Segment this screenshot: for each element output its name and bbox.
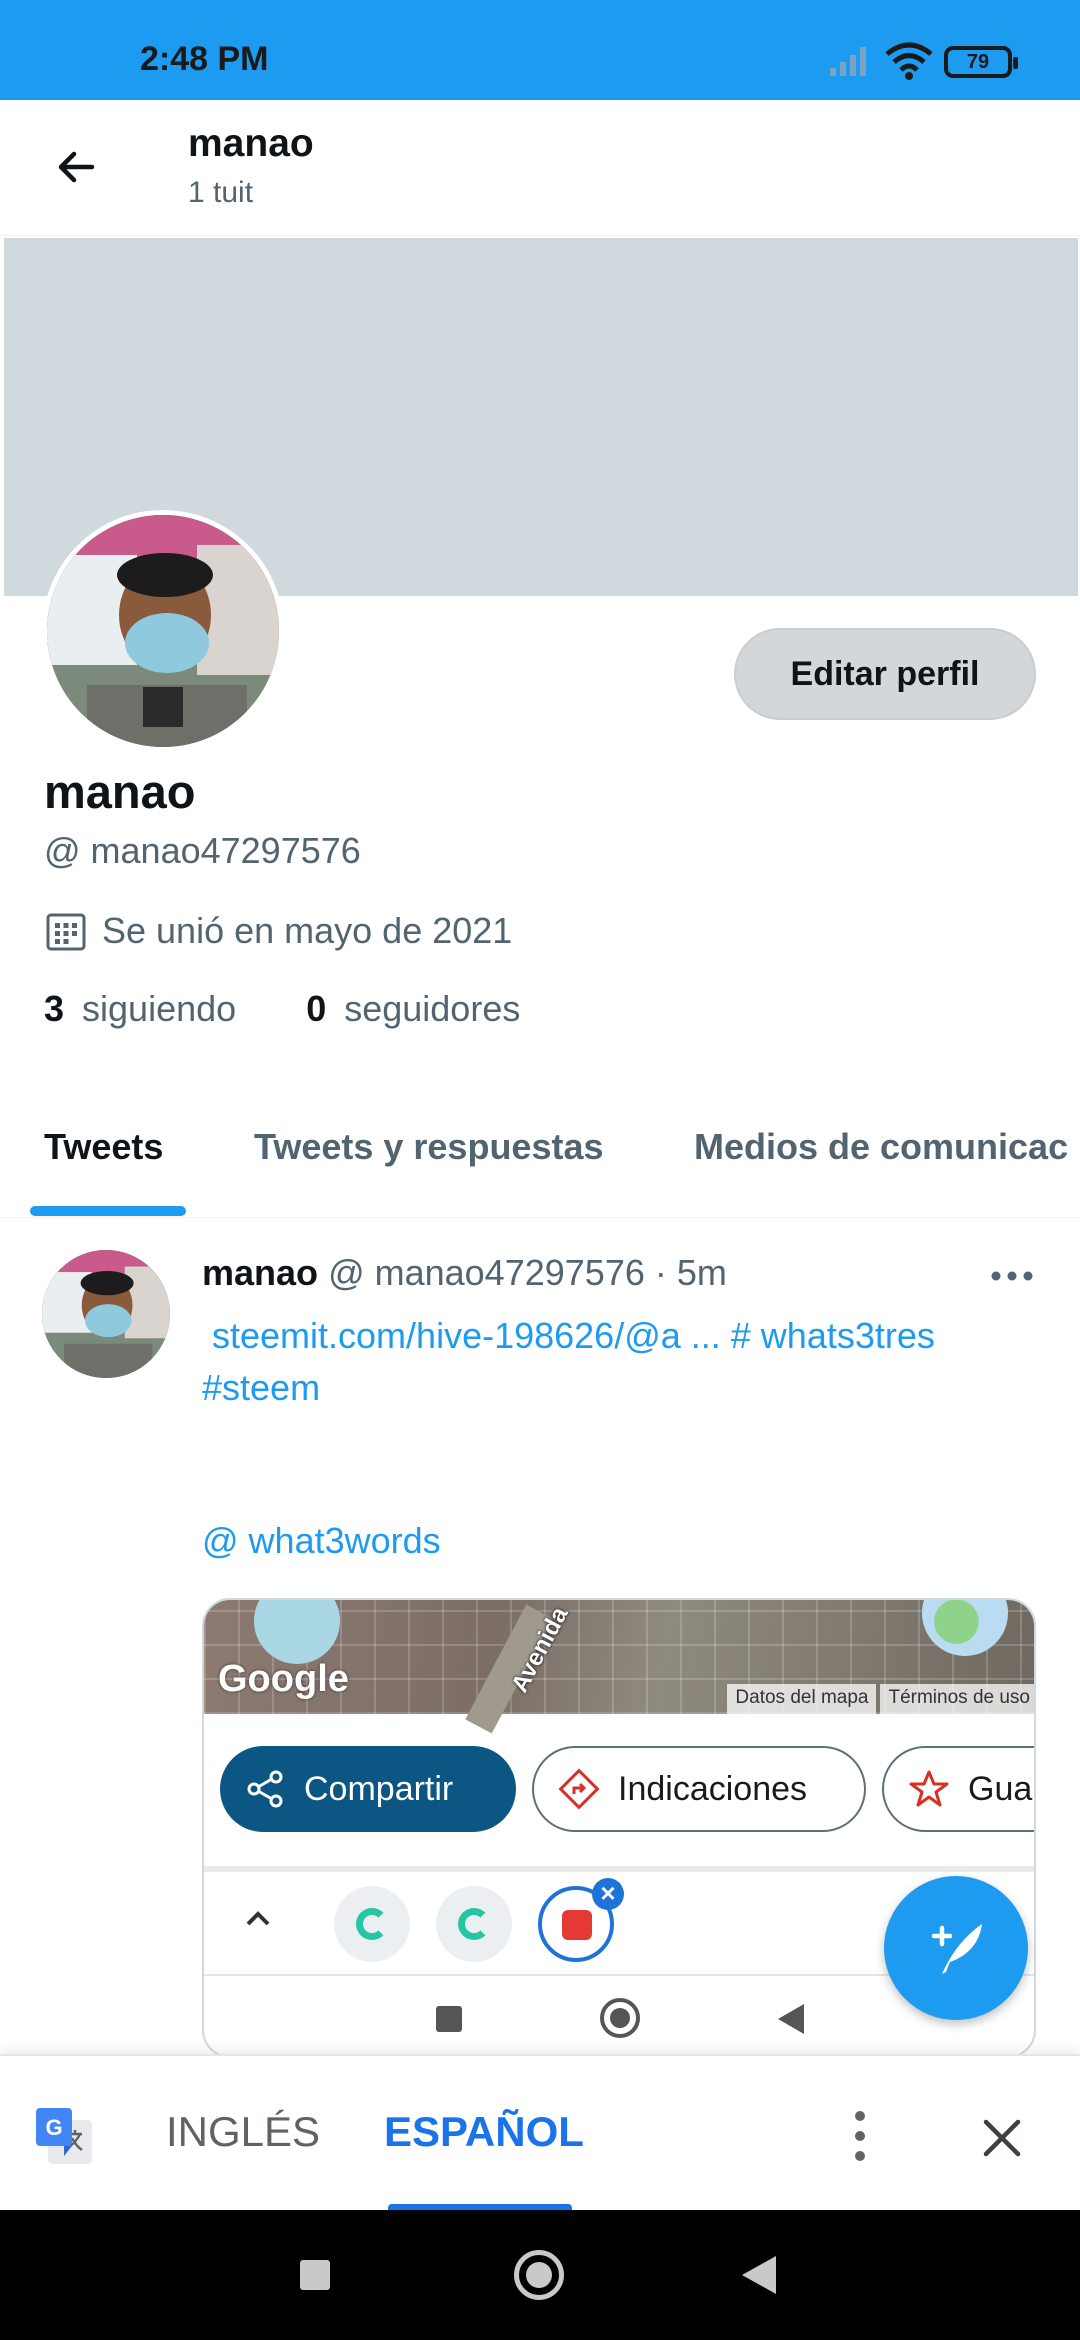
profile-handle: @ manao47297576 (44, 830, 361, 871)
tweet-time: 5m (676, 1252, 727, 1293)
status-time: 2:48 PM (140, 40, 269, 78)
tweet-mention[interactable]: @ what3words (202, 1520, 441, 1562)
app-bubble-icon: × (538, 1878, 624, 1962)
following-count: 3 (44, 988, 65, 1029)
avatar-photo (47, 515, 279, 747)
follow-stats: 3 siguiendo 0 seguidores (44, 988, 520, 1030)
tweet-hashtag[interactable]: #steem (202, 1362, 1022, 1414)
globe-icon (922, 1600, 1008, 1656)
tweet-separator: · (654, 1252, 667, 1293)
calendar-icon (46, 913, 86, 951)
battery-level: 79 (966, 51, 990, 73)
home-icon (600, 1998, 640, 2038)
app-bubble-icon (334, 1886, 410, 1962)
profile-name: manao (44, 765, 196, 818)
joined-text: Se unió en mayo de 2021 (102, 910, 513, 951)
header-tweet-count: 1 tuit (188, 176, 254, 209)
profile-header: manao 1 tuit (0, 100, 1080, 236)
followers-label: seguidores (344, 988, 521, 1029)
system-nav-bar (0, 2210, 1080, 2340)
following-link[interactable]: 3 siguiendo (44, 988, 236, 1029)
close-icon[interactable] (978, 2114, 1026, 2162)
battery-icon: 79 (944, 46, 1018, 78)
back-icon (778, 2004, 804, 2034)
tab-media[interactable]: Medios de comunicac (694, 1126, 1068, 1168)
active-tab-indicator (30, 1206, 186, 1216)
compose-tweet-button[interactable] (884, 1876, 1028, 2020)
profile-joined: Se unió en mayo de 2021 (44, 906, 512, 956)
share-label: Compartir (304, 1769, 454, 1808)
more-options-icon[interactable] (990, 1264, 1034, 1288)
map-actions: Compartir Indicaciones Gua (204, 1746, 1034, 1836)
google-translate-icon[interactable]: G (34, 2106, 96, 2168)
tab-tweets-and-replies[interactable]: Tweets y respuestas (254, 1126, 604, 1168)
save-pill: Gua (882, 1746, 1034, 1832)
back-arrow-icon[interactable] (48, 138, 106, 196)
directions-label: Indicaciones (618, 1769, 808, 1808)
compose-feather-icon (931, 1924, 982, 1974)
profile-avatar[interactable] (42, 510, 284, 752)
star-icon (909, 1770, 949, 1807)
tweet-avatar-photo (42, 1250, 170, 1378)
svg-text:G: G (45, 2115, 62, 2140)
edit-profile-button[interactable]: Editar perfil (734, 628, 1036, 720)
recents-button[interactable] (300, 2260, 330, 2290)
status-bar: 2:48 PM 79 (0, 0, 1080, 100)
tweet-avatar[interactable] (42, 1250, 170, 1378)
google-logo: Google (218, 1658, 349, 1700)
map-data-label: Datos del mapa (727, 1684, 877, 1714)
signal-icon (830, 47, 866, 76)
map-preview: Avenida Google Datos del mapa Términos d… (204, 1600, 1034, 1734)
followers-count: 0 (306, 988, 327, 1029)
directions-icon (558, 1768, 600, 1810)
translate-bar: G INGLÉS ESPAÑOL (0, 2054, 1080, 2212)
app-bubble-icon (436, 1886, 512, 1962)
back-button[interactable] (742, 2256, 776, 2294)
wifi-icon (885, 42, 933, 80)
directions-pill: Indicaciones (532, 1746, 866, 1832)
home-button[interactable] (514, 2250, 564, 2300)
more-vert-icon[interactable] (850, 2106, 870, 2166)
map-terms-label: Términos de uso (880, 1684, 1034, 1714)
recents-icon (436, 2006, 462, 2032)
tweet-link[interactable]: steemit.com/hive-198626/@a ... # whats3t… (202, 1310, 1022, 1362)
followers-link[interactable]: 0 seguidores (306, 988, 520, 1029)
tweet-author[interactable]: manao (202, 1252, 318, 1293)
chevron-up-icon (246, 1911, 270, 1926)
following-label: siguiendo (82, 988, 237, 1029)
lightbulb-icon (254, 1600, 340, 1664)
share-pill: Compartir (220, 1746, 516, 1832)
header-name: manao (188, 122, 314, 165)
tweet-text: steemit.com/hive-198626/@a ... # whats3t… (202, 1310, 1022, 1414)
share-icon (247, 1770, 283, 1808)
tweet-header: manao @ manao47297576 · 5m (202, 1252, 727, 1294)
tweet-handle: @ manao47297576 (328, 1252, 645, 1293)
source-language[interactable]: INGLÉS (166, 2108, 320, 2156)
save-label: Gua (968, 1769, 1033, 1808)
tab-tweets[interactable]: Tweets (44, 1126, 163, 1168)
profile-tabs: Tweets Tweets y respuestas Medios de com… (0, 1112, 1080, 1218)
target-language[interactable]: ESPAÑOL (384, 2108, 584, 2156)
